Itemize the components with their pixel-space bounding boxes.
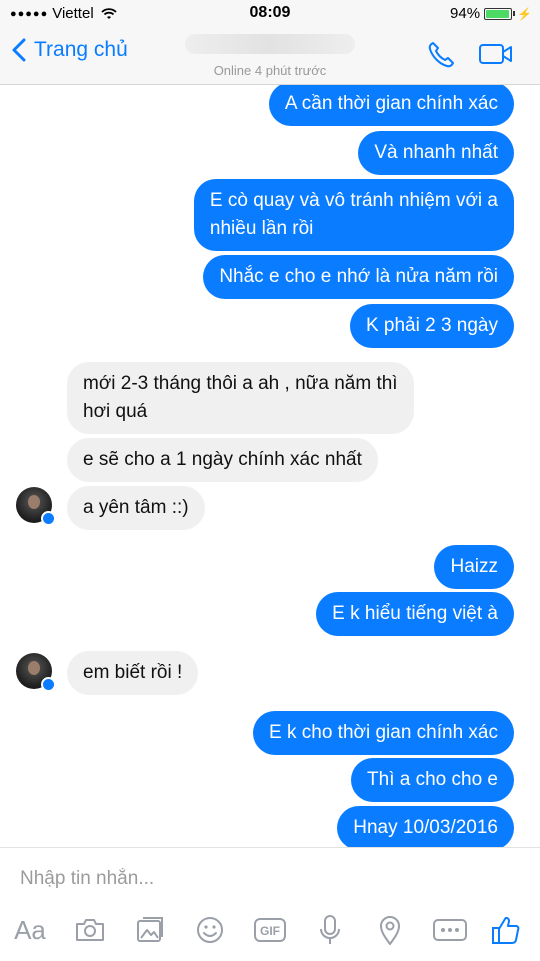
- video-call-button[interactable]: [478, 42, 514, 71]
- message-input[interactable]: [20, 866, 520, 892]
- chat-header: Trang chủ Online 4 phút trước: [0, 28, 540, 85]
- call-button[interactable]: [426, 40, 456, 75]
- message-bubble[interactable]: E k cho thời gian chính xác: [253, 711, 514, 755]
- message-bubble[interactable]: mới 2-3 tháng thôi a ah , nữa năm thì hơ…: [67, 362, 414, 434]
- message-composer: Aa GIF: [0, 847, 540, 961]
- video-camera-icon: [479, 44, 512, 64]
- emoji-icon: [197, 917, 223, 943]
- message-line: hơi quá: [83, 401, 148, 422]
- back-label: Trang chủ: [34, 38, 128, 61]
- text-format-button[interactable]: Aa: [10, 912, 50, 948]
- gif-button[interactable]: GIF: [250, 912, 290, 948]
- message-bubble[interactable]: K phải 2 3 ngày: [349, 304, 514, 348]
- status-bar: ●●●●● Viettel 08:09 94% ⚡: [0, 0, 540, 28]
- aa-label: Aa: [14, 914, 46, 945]
- message-bubble[interactable]: e sẽ cho a 1 ngày chính xác nhất: [67, 438, 378, 482]
- like-icon: [492, 916, 520, 944]
- emoji-button[interactable]: [190, 912, 230, 948]
- message-bubble[interactable]: Haizz: [434, 545, 514, 589]
- message-bubble[interactable]: A cần thời gian chính xác: [268, 85, 514, 126]
- chevron-left-icon: [12, 38, 26, 62]
- battery-icon: [484, 7, 513, 20]
- camera-button[interactable]: [70, 912, 110, 948]
- photo-icon: [137, 917, 163, 942]
- messenger-badge-icon: [41, 677, 56, 692]
- composer-toolbar: Aa GIF: [0, 908, 540, 952]
- location-icon: [380, 916, 400, 945]
- contact-info[interactable]: Online 4 phút trước: [160, 32, 380, 78]
- camera-icon: [76, 919, 104, 941]
- location-button[interactable]: [370, 912, 410, 948]
- message-bubble[interactable]: E cò quay và vô tránh nhiệm với a nhiều …: [193, 179, 514, 251]
- battery-info: 94% ⚡: [450, 5, 532, 22]
- message-list[interactable]: A cần thời gian chính xác Và nhanh nhất …: [0, 85, 540, 847]
- more-button[interactable]: [430, 912, 470, 948]
- message-bubble[interactable]: Thì a cho cho e: [351, 758, 514, 802]
- contact-avatar[interactable]: [16, 487, 56, 526]
- message-bubble[interactable]: em biết rồi !: [67, 651, 199, 695]
- contact-avatar[interactable]: [16, 653, 56, 692]
- microphone-icon: [320, 915, 340, 944]
- battery-percent: 94%: [450, 5, 481, 22]
- message-bubble[interactable]: a yên tâm ::): [67, 486, 205, 530]
- message-line: E cò quay và vô tránh nhiệm với a: [209, 190, 498, 211]
- more-icon: [433, 919, 467, 941]
- message-line: nhiều lần rồi: [209, 218, 314, 239]
- message-bubble[interactable]: E k hiểu tiếng việt à: [316, 592, 514, 636]
- contact-name-redacted: [185, 34, 355, 54]
- online-status: Online 4 phút trước: [213, 63, 327, 78]
- message-line: mới 2-3 tháng thôi a ah , nữa năm thì: [83, 373, 398, 394]
- message-bubble[interactable]: Hnay 10/03/2016: [337, 806, 514, 847]
- gif-icon: GIF: [254, 918, 286, 942]
- like-button[interactable]: [486, 912, 526, 948]
- message-bubble[interactable]: Và nhanh nhất: [358, 131, 514, 175]
- charging-icon: ⚡: [517, 6, 532, 21]
- photo-button[interactable]: [130, 912, 170, 948]
- voice-button[interactable]: [310, 912, 350, 948]
- messenger-badge-icon: [41, 511, 56, 526]
- gif-label: GIF: [260, 924, 280, 938]
- message-bubble[interactable]: Nhắc e cho e nhớ là nửa năm rồi: [203, 255, 514, 299]
- back-button[interactable]: Trang chủ: [12, 38, 128, 62]
- phone-icon: [428, 42, 454, 68]
